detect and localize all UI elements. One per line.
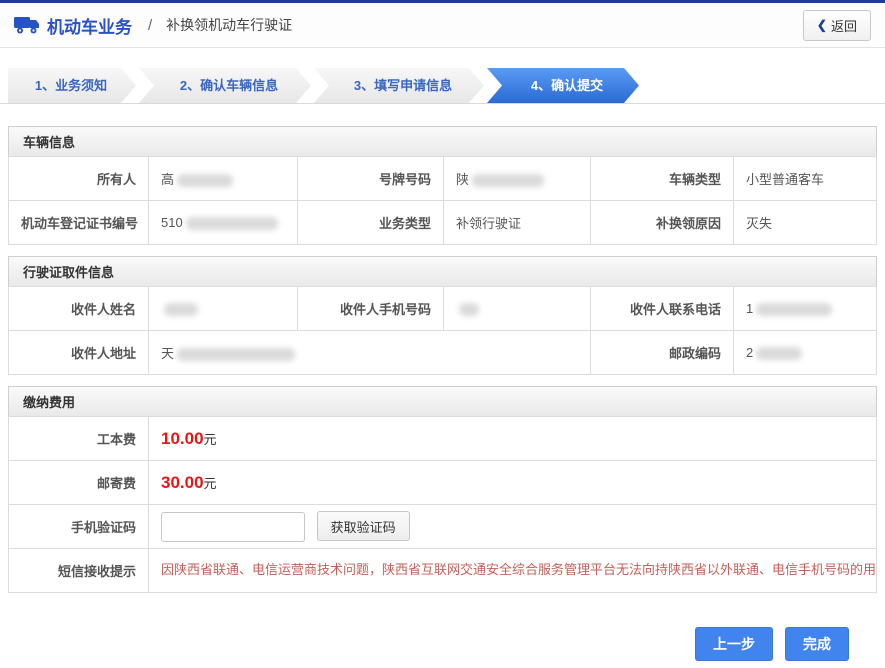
- tab-step-4-confirm-submit[interactable]: 4、确认提交: [487, 68, 639, 103]
- table-row: 手机验证码 获取验证码: [8, 504, 877, 549]
- business-type-value: 补领行驶证: [443, 200, 591, 245]
- page-title: 机动车业务: [47, 17, 132, 37]
- postal-code-value: 2: [733, 330, 877, 375]
- plate-value: 陕: [443, 156, 591, 201]
- registration-no-value: 510: [148, 200, 298, 245]
- main-content: 车辆信息 所有人 高 号牌号码 陕 车辆类型 小型普通客车 机动车登记证书编号 …: [0, 104, 885, 661]
- plate-label: 号牌号码: [297, 156, 444, 201]
- section-title-payment: 缴纳费用: [8, 386, 877, 416]
- recipient-mobile-value: [443, 286, 591, 331]
- redacted-value: [472, 174, 545, 188]
- vehicle-type-label: 车辆类型: [590, 156, 734, 201]
- finish-button[interactable]: 完成: [785, 627, 849, 661]
- tab-step-3-fill-application[interactable]: 3、填写申请信息: [314, 68, 484, 103]
- recipient-phone-label: 收件人联系电话: [590, 286, 734, 331]
- table-row: 收件人地址 天 邮政编码 2: [8, 330, 877, 375]
- reason-value: 灭失: [733, 200, 877, 245]
- recipient-address-label: 收件人地址: [8, 330, 149, 375]
- production-fee-label: 工本费: [8, 416, 149, 461]
- owner-label: 所有人: [8, 156, 149, 201]
- redacted-value: [459, 303, 479, 317]
- redacted-value: [185, 217, 278, 231]
- table-row: 工本费 10.00元: [8, 416, 877, 461]
- owner-value: 高: [148, 156, 298, 201]
- postage-fee-label: 邮寄费: [8, 460, 149, 505]
- back-button[interactable]: ❮ 返回: [802, 9, 871, 41]
- table-row: 收件人姓名 收件人手机号码 收件人联系电话 1: [8, 286, 877, 331]
- postage-fee-value: 30.00元: [148, 460, 877, 505]
- payment-table: 工本费 10.00元 邮寄费 30.00元 手机验证码 获取验证码 短信接收提示…: [8, 416, 877, 593]
- table-row: 机动车登记证书编号 510 业务类型 补领行驶证 补换领原因 灭失: [8, 200, 877, 245]
- postal-code-label: 邮政编码: [590, 330, 734, 375]
- back-chevron-icon: ❮: [816, 18, 827, 32]
- sms-notice-label: 短信接收提示: [8, 548, 149, 593]
- redacted-value: [177, 174, 234, 188]
- page-subtitle: 补换领机动车行驶证: [166, 17, 293, 33]
- back-button-label: 返回: [830, 18, 857, 34]
- section-title-delivery-info: 行驶证取件信息: [8, 256, 877, 286]
- postage-fee-unit: 元: [203, 475, 217, 491]
- business-type-label: 业务类型: [297, 200, 444, 245]
- table-row: 邮寄费 30.00元: [8, 460, 877, 505]
- section-delivery-info: 行驶证取件信息 收件人姓名 收件人手机号码 收件人联系电话 1 收件人地址 天 …: [8, 256, 877, 375]
- redacted-value: [164, 303, 198, 317]
- registration-no-label: 机动车登记证书编号: [8, 200, 149, 245]
- redacted-value: [756, 347, 803, 361]
- sms-code-cell: 获取验证码: [148, 504, 877, 549]
- recipient-phone-value: 1: [733, 286, 877, 331]
- step-tabs: 1、业务须知 2、确认车辆信息 3、填写申请信息 4、确认提交: [0, 48, 885, 104]
- footer-actions: 上一步 完成: [8, 604, 877, 661]
- delivery-info-table: 收件人姓名 收件人手机号码 收件人联系电话 1 收件人地址 天 邮政编码 2: [8, 286, 877, 375]
- section-title-vehicle-info: 车辆信息: [8, 126, 877, 156]
- get-sms-code-button[interactable]: 获取验证码: [316, 511, 410, 541]
- production-fee-amount: 10.00: [161, 428, 204, 448]
- recipient-name-label: 收件人姓名: [8, 286, 149, 331]
- sms-notice-text: 因陕西省联通、电信运营商技术问题，陕西省互联网交通安全综合服务管理平台无法向持陕…: [161, 562, 877, 578]
- production-fee-value: 10.00元: [148, 416, 877, 461]
- section-payment: 缴纳费用 工本费 10.00元 邮寄费 30.00元 手机验证码 获取验证码 短…: [8, 386, 877, 593]
- breadcrumb-divider: /: [148, 16, 153, 34]
- recipient-mobile-label: 收件人手机号码: [297, 286, 444, 331]
- tab-step-2-confirm-vehicle[interactable]: 2、确认车辆信息: [139, 68, 311, 103]
- page-header: 机动车业务 / 补换领机动车行驶证 ❮ 返回: [0, 3, 885, 48]
- redacted-value: [177, 348, 296, 362]
- redacted-value: [756, 303, 833, 317]
- vehicle-info-table: 所有人 高 号牌号码 陕 车辆类型 小型普通客车 机动车登记证书编号 510 业…: [8, 156, 877, 245]
- postage-fee-amount: 30.00: [161, 472, 204, 492]
- recipient-address-value: 天: [148, 330, 591, 375]
- production-fee-unit: 元: [203, 431, 217, 447]
- sms-code-label: 手机验证码: [8, 504, 149, 549]
- vehicle-type-value: 小型普通客车: [733, 156, 877, 201]
- sms-notice-cell: 因陕西省联通、电信运营商技术问题，陕西省互联网交通安全综合服务管理平台无法向持陕…: [148, 548, 877, 593]
- section-vehicle-info: 车辆信息 所有人 高 号牌号码 陕 车辆类型 小型普通客车 机动车登记证书编号 …: [8, 126, 877, 245]
- table-row: 短信接收提示 因陕西省联通、电信运营商技术问题，陕西省互联网交通安全综合服务管理…: [8, 548, 877, 593]
- previous-step-button[interactable]: 上一步: [695, 627, 773, 661]
- table-row: 所有人 高 号牌号码 陕 车辆类型 小型普通客车: [8, 156, 877, 201]
- reason-label: 补换领原因: [590, 200, 734, 245]
- sms-code-input[interactable]: [161, 512, 305, 542]
- breadcrumb: 机动车业务 / 补换领机动车行驶证: [14, 13, 292, 38]
- tab-step-1-business-notes[interactable]: 1、业务须知: [8, 68, 136, 103]
- truck-icon: [14, 15, 40, 35]
- recipient-name-value: [148, 286, 298, 331]
